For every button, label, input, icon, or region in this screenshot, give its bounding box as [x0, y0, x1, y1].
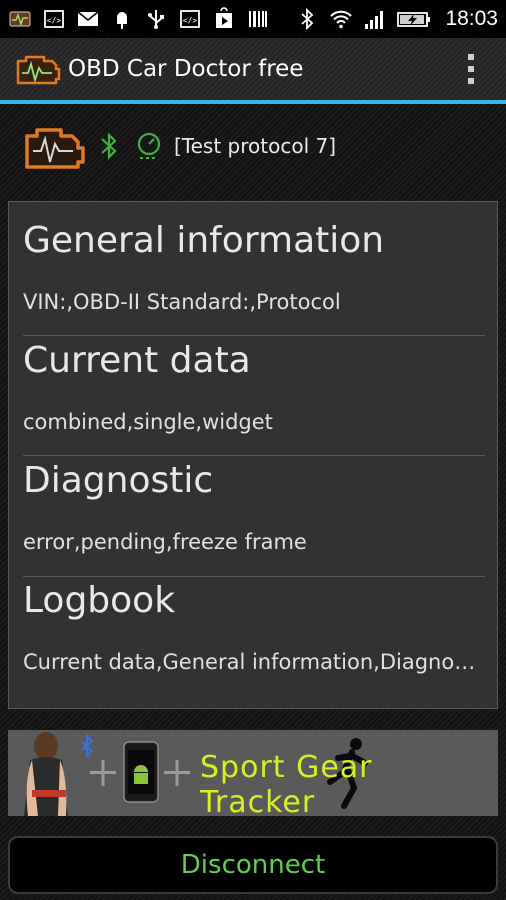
engine-icon: [25, 128, 85, 169]
menu-item-title: Current data: [23, 340, 251, 381]
menu-item-title: Logbook: [23, 580, 176, 621]
mail-icon: [76, 7, 100, 31]
bluetooth-icon: [295, 7, 319, 31]
menu-item-title: Diagnostic: [23, 460, 214, 501]
menu-item-logbook[interactable]: Logbook Current data,General information…: [9, 562, 497, 682]
signal-icon: [363, 7, 387, 31]
menu-item-general-information[interactable]: General information VIN:,OBD-II Standard…: [9, 202, 497, 322]
menu-item-subtitle: VIN:,OBD-II Standard:,Protocol: [23, 290, 341, 314]
disconnect-button[interactable]: Disconnect: [8, 836, 498, 894]
overflow-dot: [468, 54, 474, 60]
connection-status: [Test protocol 7]: [22, 118, 336, 174]
main-menu: General information VIN:,OBD-II Standard…: [8, 201, 498, 709]
action-bar: OBD Car Doctor free: [0, 38, 506, 104]
menu-item-current-data[interactable]: Current data combined,single,widget: [9, 322, 497, 442]
notification-icons: </> </>: [0, 7, 278, 31]
menu-item-diagnostic[interactable]: Diagnostic error,pending,freeze frame: [9, 442, 497, 562]
barcode-icon: [246, 7, 270, 31]
overflow-dot: [468, 78, 474, 84]
popsicle-icon: [110, 7, 134, 31]
app-title: OBD Car Doctor free: [68, 56, 304, 82]
overflow-menu-button[interactable]: [466, 54, 476, 84]
bluetooth-icon: [101, 132, 117, 160]
app-notification-icon: [8, 7, 32, 31]
system-icons: 18:03: [287, 7, 506, 31]
overflow-dot: [468, 66, 474, 72]
status-bar: </> </> 18:03: [0, 0, 506, 38]
menu-item-title: General information: [23, 220, 385, 261]
usb-icon: [144, 7, 168, 31]
code-icon: </>: [42, 7, 66, 31]
protocol-label: [Test protocol 7]: [174, 134, 337, 158]
clock: 18:03: [445, 7, 498, 30]
svg-text:</>: </>: [47, 16, 62, 25]
menu-item-subtitle: error,pending,freeze frame: [23, 530, 307, 554]
play-store-icon: [212, 7, 236, 31]
app-logo-icon: [16, 55, 61, 85]
ad-banner[interactable]: Sport Gear Tracker: [8, 730, 498, 816]
menu-item-subtitle: combined,single,widget: [23, 410, 273, 434]
menu-item-subtitle: Current data,General information,Diagnos…: [23, 650, 485, 674]
battery-charging-icon: [397, 7, 431, 31]
code-icon: </>: [178, 7, 202, 31]
wifi-icon: [329, 7, 353, 31]
gauge-icon: [137, 132, 161, 159]
ad-text: Sport Gear Tracker: [200, 750, 373, 816]
svg-text:</>: </>: [183, 16, 198, 25]
